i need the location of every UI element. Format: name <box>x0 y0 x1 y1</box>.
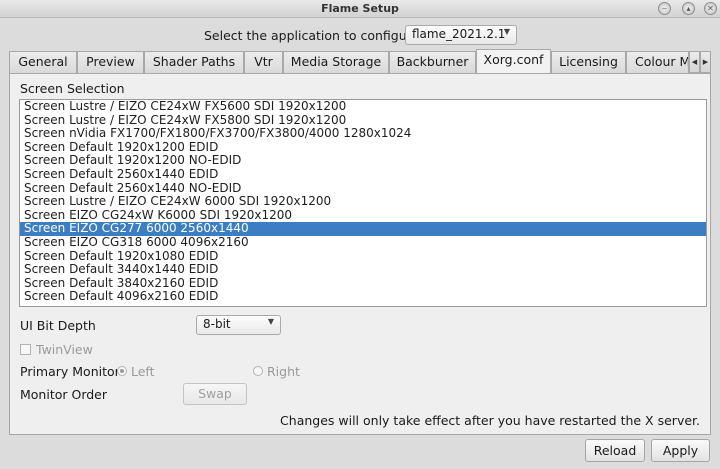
list-item[interactable]: Screen nVidia FX1700/FX1800/FX3700/FX380… <box>20 127 706 141</box>
twinview-label: TwinView <box>36 342 93 357</box>
ui-bit-depth-label: UI Bit Depth <box>20 318 96 333</box>
tab-media-storage[interactable]: Media Storage <box>283 51 389 73</box>
app-selector-label: Select the application to configure <box>204 28 420 43</box>
list-item[interactable]: Screen EIZO CG24xW K6000 SDI 1920x1200 <box>20 208 706 223</box>
apply-button[interactable]: Apply <box>651 439 710 462</box>
list-item[interactable]: Screen Default 1920x1200 EDID <box>20 140 706 155</box>
swap-button[interactable]: Swap <box>183 383 247 405</box>
tab-shader-paths[interactable]: Shader Paths <box>144 51 244 73</box>
tab-scroll-right-icon[interactable]: ▶ <box>700 51 711 73</box>
list-item[interactable]: Screen Default 3440x1440 EDID <box>20 263 706 277</box>
ui-bit-depth-dropdown[interactable]: 8-bit ▼ <box>196 315 281 335</box>
primary-monitor-label: Primary Monitor <box>20 364 120 379</box>
restart-notice: Changes will only take effect after you … <box>280 413 700 428</box>
list-item[interactable]: Screen Default 2560x1440 NO-EDID <box>20 181 706 196</box>
minimize-icon[interactable]: ‒ <box>658 2 671 15</box>
screen-selection-label: Screen Selection <box>20 81 125 96</box>
tab-preview[interactable]: Preview <box>77 51 144 73</box>
tab-backburner[interactable]: Backburner <box>389 51 476 73</box>
primary-monitor-right-radio[interactable] <box>253 366 263 376</box>
reload-button[interactable]: Reload <box>585 439 645 462</box>
tab-xorg-conf[interactable]: Xorg.conf <box>476 49 551 73</box>
tab-vtr[interactable]: Vtr <box>244 51 283 73</box>
chevron-down-icon: ▼ <box>503 27 510 36</box>
tab-licensing[interactable]: Licensing <box>551 51 626 73</box>
list-item[interactable]: Screen Lustre / EIZO CE24xW 6000 SDI 192… <box>20 195 706 209</box>
list-item[interactable]: Screen Default 4096x2160 EDID <box>20 290 706 304</box>
window-title: Flame Setup <box>321 2 399 15</box>
chevron-down-icon: ▼ <box>267 317 274 326</box>
tab-bar: General Preview Shader Paths Vtr Media S… <box>9 49 711 73</box>
maximize-icon[interactable]: ▴ <box>682 2 695 15</box>
twinview-checkbox[interactable] <box>20 344 31 355</box>
list-item[interactable]: Screen Default 1920x1200 NO-EDID <box>20 154 706 168</box>
xorg-conf-panel: Screen Selection Screen Lustre / EIZO CE… <box>9 73 711 435</box>
list-item-selected[interactable]: Screen EIZO CG277 6000 2560x1440 <box>20 222 706 236</box>
close-icon[interactable]: ✕ <box>704 2 717 15</box>
list-item[interactable]: Screen Default 1920x1080 EDID <box>20 249 706 264</box>
primary-monitor-right-label: Right <box>267 364 300 379</box>
app-selector-dropdown[interactable]: flame_2021.2.1 ▼ <box>405 25 517 45</box>
tab-scroll-left-icon[interactable]: ◀ <box>689 51 700 73</box>
app-selector-row: Select the application to configure flam… <box>0 25 720 45</box>
list-item[interactable]: Screen Default 2560x1440 EDID <box>20 167 706 182</box>
list-item[interactable]: Screen EIZO CG318 6000 4096x2160 <box>20 235 706 250</box>
ui-bit-depth-value: 8-bit <box>203 317 231 331</box>
primary-monitor-left-label: Left <box>131 364 155 379</box>
title-bar: Flame Setup ‒ ▴ ✕ <box>0 0 720 18</box>
monitor-order-label: Monitor Order <box>20 387 108 402</box>
list-item[interactable]: Screen Lustre / EIZO CE24xW FX5600 SDI 1… <box>20 100 706 114</box>
screen-selection-list[interactable]: Screen Lustre / EIZO CE24xW FX5600 SDI 1… <box>19 99 707 307</box>
tab-colour-management[interactable]: Colour Ma <box>626 51 689 73</box>
list-item[interactable]: Screen Lustre / EIZO CE24xW FX5800 SDI 1… <box>20 113 706 128</box>
tab-general[interactable]: General <box>9 51 77 73</box>
primary-monitor-left-radio[interactable] <box>117 366 127 376</box>
app-selector-value: flame_2021.2.1 <box>412 27 506 41</box>
list-item[interactable]: Screen Default 3840x2160 EDID <box>20 276 706 291</box>
